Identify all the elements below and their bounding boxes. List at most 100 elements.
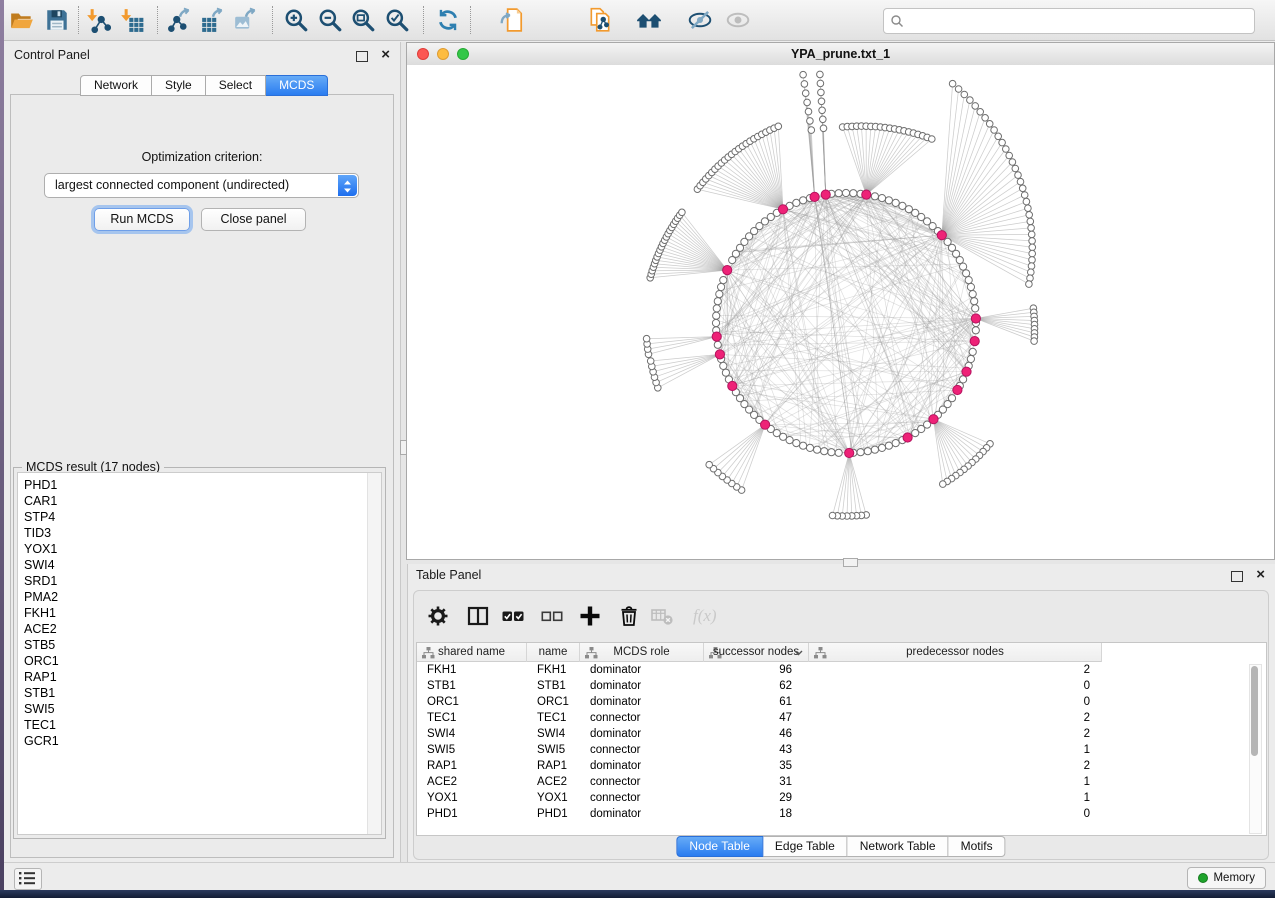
column-header-successor-nodes[interactable]: successor nodes	[704, 643, 809, 662]
graph-node[interactable]	[713, 312, 720, 319]
tab-style[interactable]: Style	[152, 75, 206, 96]
graph-satellite-node[interactable]	[1029, 244, 1036, 251]
graph-satellite-node[interactable]	[961, 91, 968, 98]
result-node-item[interactable]: ORC1	[18, 653, 381, 669]
close-table-panel-icon[interactable]: ×	[1256, 567, 1265, 583]
cell-successor-nodes[interactable]: 35	[704, 758, 809, 774]
graph-node[interactable]	[800, 442, 807, 449]
graph-node[interactable]	[857, 449, 864, 456]
graph-node[interactable]	[712, 319, 719, 326]
cell-name[interactable]: SWI5	[527, 742, 580, 758]
graph-satellite-node[interactable]	[949, 80, 956, 87]
table-row[interactable]: PHD1PHD1dominator180	[417, 806, 1266, 822]
cell-shared-name[interactable]: PHD1	[417, 806, 527, 822]
column-header-shared-name[interactable]: shared name	[417, 643, 527, 662]
cell-predecessor-nodes[interactable]: 1	[809, 774, 1102, 790]
unchecked-boxes-icon[interactable]	[540, 604, 564, 628]
graph-satellite-node[interactable]	[995, 133, 1002, 140]
graph-node[interactable]	[850, 190, 857, 197]
cell-name[interactable]: SWI4	[527, 726, 580, 742]
zoom-in-icon[interactable]	[283, 7, 309, 33]
table-row[interactable]: FKH1FKH1dominator962	[417, 662, 1266, 678]
cell-MCDS-role[interactable]: dominator	[580, 806, 704, 822]
graph-node[interactable]	[871, 193, 878, 200]
cell-successor-nodes[interactable]: 31	[704, 774, 809, 790]
cell-name[interactable]: YOX1	[527, 790, 580, 806]
export-image-icon[interactable]	[233, 7, 259, 33]
close-panel-icon[interactable]: ×	[381, 47, 390, 63]
graph-satellite-node[interactable]	[805, 108, 812, 115]
float-panel-icon[interactable]	[356, 51, 368, 62]
result-node-item[interactable]: TEC1	[18, 717, 381, 733]
graph-node[interactable]	[885, 197, 892, 204]
cell-MCDS-role[interactable]: dominator	[580, 758, 704, 774]
network-titlebar[interactable]: YPA_prune.txt_1	[407, 43, 1274, 66]
graph-satellite-node[interactable]	[1026, 212, 1033, 219]
graph-node[interactable]	[793, 440, 800, 447]
graph-satellite-node[interactable]	[802, 90, 809, 97]
graph-satellite-node[interactable]	[818, 98, 825, 105]
result-node-item[interactable]: STP4	[18, 509, 381, 525]
graph-satellite-node[interactable]	[801, 81, 808, 88]
graph-node[interactable]	[969, 291, 976, 298]
graph-satellite-node[interactable]	[775, 123, 782, 130]
cell-shared-name[interactable]: ACE2	[417, 774, 527, 790]
graph-satellite-node[interactable]	[1028, 263, 1035, 270]
graph-satellite-node[interactable]	[955, 86, 962, 93]
cell-shared-name[interactable]: FKH1	[417, 662, 527, 678]
graph-node[interactable]	[965, 277, 972, 284]
cell-name[interactable]: FKH1	[527, 662, 580, 678]
graph-node[interactable]	[720, 362, 727, 369]
result-node-item[interactable]: TID3	[18, 525, 381, 541]
graph-mcds-hub-node[interactable]	[715, 350, 724, 359]
graph-mcds-hub-node[interactable]	[971, 314, 980, 323]
cell-shared-name[interactable]: SWI4	[417, 726, 527, 742]
graph-mcds-hub-node[interactable]	[962, 367, 971, 376]
tab-node-table[interactable]: Node Table	[676, 836, 763, 857]
cell-shared-name[interactable]: STB1	[417, 678, 527, 694]
table-scrollbar-thumb[interactable]	[1251, 666, 1258, 756]
graph-node[interactable]	[835, 449, 842, 456]
graph-node[interactable]	[967, 355, 974, 362]
cell-predecessor-nodes[interactable]: 2	[809, 758, 1102, 774]
result-node-item[interactable]: GCR1	[18, 733, 381, 749]
graph-node[interactable]	[718, 283, 725, 290]
graph-satellite-node[interactable]	[1027, 218, 1034, 225]
result-node-item[interactable]: STB1	[18, 685, 381, 701]
graph-satellite-node[interactable]	[972, 103, 979, 110]
graph-node[interactable]	[969, 348, 976, 355]
result-node-item[interactable]: FKH1	[18, 605, 381, 621]
cell-predecessor-nodes[interactable]: 2	[809, 726, 1102, 742]
import-table-icon[interactable]	[119, 7, 145, 33]
graph-satellite-node[interactable]	[1009, 159, 1016, 166]
graph-satellite-node[interactable]	[807, 118, 814, 125]
graph-satellite-node[interactable]	[808, 127, 815, 134]
graph-satellite-node[interactable]	[800, 71, 807, 78]
cell-predecessor-nodes[interactable]: 0	[809, 694, 1102, 710]
result-node-item[interactable]: STB5	[18, 637, 381, 653]
graph-satellite-node[interactable]	[818, 89, 825, 96]
hide-selected-eye-slash-icon[interactable]	[687, 7, 713, 33]
graph-satellite-node[interactable]	[940, 481, 947, 488]
tab-motifs[interactable]: Motifs	[949, 836, 1006, 857]
result-node-item[interactable]: SWI4	[18, 557, 381, 573]
graph-node[interactable]	[800, 197, 807, 204]
graph-satellite-node[interactable]	[1029, 250, 1036, 257]
graph-node[interactable]	[842, 189, 849, 196]
table-row[interactable]: TEC1TEC1connector472	[417, 710, 1266, 726]
graph-satellite-node[interactable]	[977, 109, 984, 116]
run-mcds-button[interactable]: Run MCDS	[94, 208, 190, 231]
graph-node[interactable]	[720, 277, 727, 284]
cell-shared-name[interactable]: RAP1	[417, 758, 527, 774]
documents-share-icon[interactable]	[587, 7, 613, 33]
graph-mcds-hub-node[interactable]	[778, 205, 787, 214]
graph-satellite-node[interactable]	[1026, 281, 1033, 288]
network-canvas[interactable]	[407, 65, 1274, 559]
graph-node[interactable]	[892, 440, 899, 447]
graph-satellite-node[interactable]	[999, 139, 1006, 146]
graph-node[interactable]	[972, 305, 979, 312]
graph-satellite-node[interactable]	[1017, 178, 1024, 185]
cell-predecessor-nodes[interactable]: 0	[809, 678, 1102, 694]
graph-satellite-node[interactable]	[679, 209, 686, 216]
graph-mcds-hub-node[interactable]	[929, 415, 938, 424]
